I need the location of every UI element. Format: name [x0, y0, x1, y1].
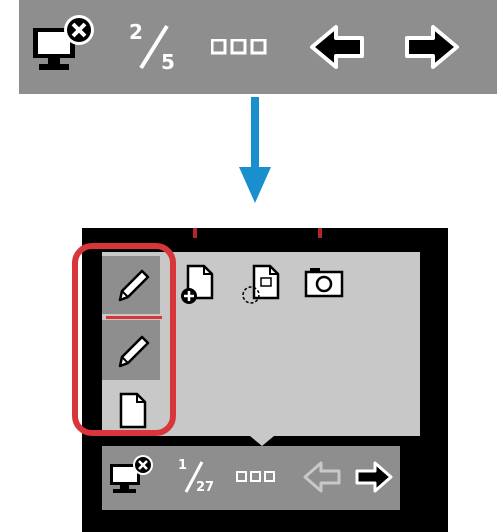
highlight-outline — [72, 243, 176, 436]
down-arrow-icon — [239, 97, 271, 203]
arrow-left-icon[interactable] — [302, 460, 342, 494]
marker — [318, 228, 322, 238]
dots-icon[interactable] — [211, 39, 267, 55]
dots-icon[interactable] — [236, 471, 276, 483]
page-counter: 2 5 — [129, 20, 179, 76]
page-total: 27 — [196, 480, 215, 495]
arrow-right-icon[interactable] — [354, 460, 394, 494]
monitor-close-icon[interactable] — [108, 454, 156, 498]
add-page-icon[interactable] — [180, 264, 216, 306]
arrow-left-icon[interactable] — [308, 23, 366, 71]
bottom-toolbar: 1 27 — [102, 446, 400, 510]
marker — [193, 228, 197, 238]
monitor-close-icon[interactable] — [31, 14, 99, 76]
top-toolbar: 2 5 — [19, 0, 497, 94]
page-total: 5 — [161, 50, 175, 74]
screenshot-page-icon[interactable] — [240, 264, 282, 306]
camera-icon[interactable] — [304, 266, 346, 298]
page-counter: 1 27 — [178, 458, 218, 502]
arrow-right-icon[interactable] — [403, 23, 461, 71]
